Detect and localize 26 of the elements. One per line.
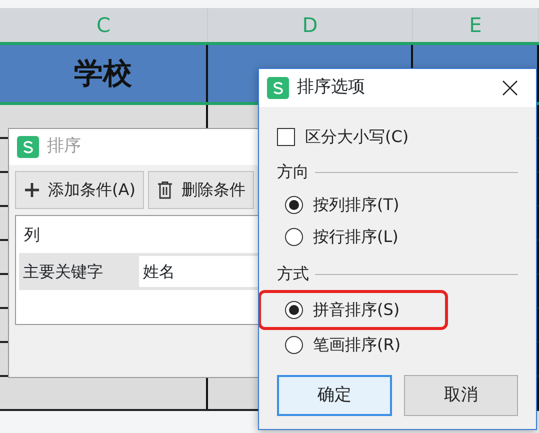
close-icon[interactable] — [502, 80, 518, 96]
header-cell: 学校 — [0, 45, 208, 102]
checkbox[interactable] — [277, 128, 295, 146]
radio-label: 按行排序(L) — [313, 226, 398, 248]
radio-label: 笔画排序(R) — [313, 334, 401, 356]
app-icon — [17, 136, 39, 158]
dialog-title: 排序 — [47, 135, 81, 158]
app-icon — [267, 77, 289, 99]
radio-label: 按列排序(T) — [313, 194, 400, 216]
group-title: 方式 — [277, 263, 309, 285]
add-condition-button[interactable]: 添加条件(A) — [15, 171, 144, 209]
dialog-title: 排序选项 — [297, 76, 366, 100]
radio-label: 拼音排序(S) — [313, 299, 400, 321]
checkbox-label: 区分大小写(C) — [305, 126, 409, 148]
radio-button[interactable] — [285, 228, 303, 246]
column-label: 列 — [24, 224, 40, 246]
radio-button[interactable] — [285, 196, 303, 214]
plus-icon — [24, 182, 40, 198]
ok-button[interactable]: 确定 — [277, 375, 392, 416]
radio-button[interactable] — [285, 336, 303, 354]
group-title: 方向 — [277, 161, 309, 183]
radio-button[interactable] — [285, 301, 303, 319]
key-label: 主要关键字 — [22, 260, 104, 282]
delete-condition-button[interactable]: 删除条件 — [148, 171, 254, 209]
trash-icon — [157, 181, 174, 199]
cancel-button[interactable]: 取消 — [404, 375, 518, 416]
